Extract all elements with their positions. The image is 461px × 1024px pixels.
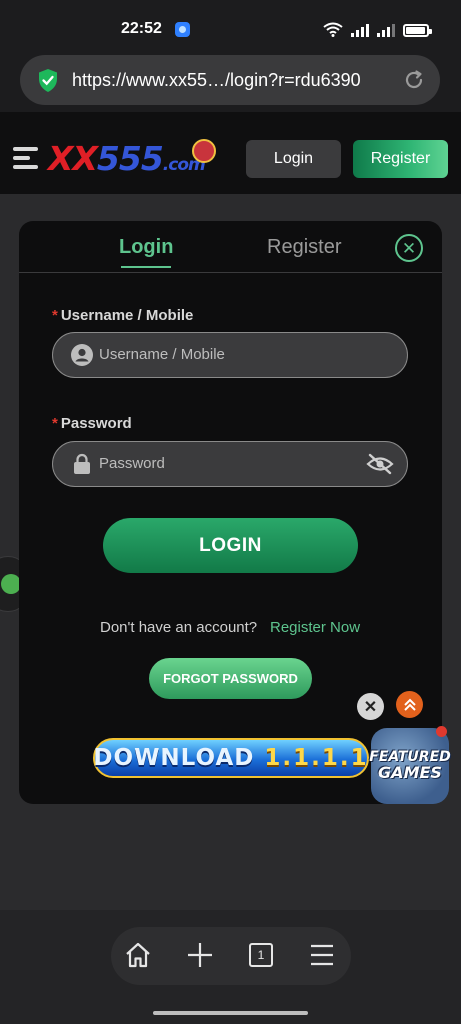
signal-icon-sim2 [377,23,395,37]
tab-register[interactable]: Register [267,236,341,259]
signal-icon-sim1 [351,23,369,37]
browser-bottom-nav: 1 [0,910,461,1024]
lock-icon [74,453,90,474]
address-bar[interactable]: https://www.xx55…/login?r=rdu6390 [20,55,440,105]
notification-dot [436,726,447,737]
logo-mascot-icon [192,139,216,163]
eye-off-icon[interactable] [366,453,394,475]
modal-tabs: Login Register ✕ [19,221,442,273]
active-tab-underline [121,266,171,268]
plus-icon [188,943,212,967]
close-icon: ✕ [363,698,378,716]
password-field[interactable]: Password [52,441,408,487]
login-button[interactable]: LOGIN [103,518,358,573]
close-modal-button[interactable]: ✕ [395,234,423,262]
browser-toolbar: https://www.xx55…/login?r=rdu6390 [0,52,461,112]
status-icons [323,21,432,37]
header-register-button[interactable]: Register [353,140,448,178]
tabs-button[interactable]: 1 [246,940,276,970]
url-text[interactable]: https://www.xx55…/login?r=rdu6390 [72,70,361,91]
username-placeholder: Username / Mobile [99,346,225,363]
tab-count: 1 [249,943,273,967]
double-chevron-up-icon [403,698,416,711]
password-label: * Password [52,415,132,432]
secure-shield-icon [39,69,57,92]
site-header: XX555.com Login Register [0,112,461,194]
battery-icon [403,24,432,37]
status-time: 22:52 [121,20,162,37]
menu-lines-icon [311,944,333,966]
home-button[interactable] [123,940,153,970]
status-bar: 22:52 [0,0,461,52]
header-login-button[interactable]: Login [246,140,341,178]
new-tab-button[interactable] [185,940,215,970]
close-icon: ✕ [401,238,417,258]
browser-menu-button[interactable] [307,940,337,970]
download-app-banner[interactable]: DOWNLOAD 1.1.1.1 [93,738,369,778]
forgot-password-button[interactable]: FORGOT PASSWORD [149,658,312,699]
close-featured-button[interactable]: ✕ [357,693,384,720]
register-now-link[interactable]: Register Now [270,619,360,636]
wifi-icon [323,22,343,37]
no-account-text: Don't have an account? [100,619,258,636]
site-logo[interactable]: XX555.com [48,139,206,178]
reload-icon[interactable] [403,69,425,91]
user-icon [71,344,93,366]
home-icon [126,942,150,968]
featured-games-widget[interactable]: FEATURED GAMES [369,728,451,804]
username-label: * Username / Mobile [52,307,194,324]
tab-login[interactable]: Login [119,236,173,259]
username-field[interactable]: Username / Mobile [52,332,408,378]
home-indicator [153,1011,308,1015]
notification-app-icon [175,22,190,37]
scroll-top-button[interactable] [396,691,423,718]
menu-icon[interactable] [13,147,38,174]
password-placeholder: Password [99,455,165,472]
